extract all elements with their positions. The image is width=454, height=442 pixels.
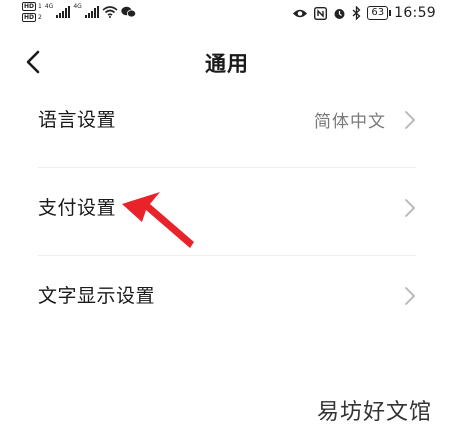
battery-indicator: 63 (367, 6, 391, 20)
item-label: 文字显示设置 (38, 285, 156, 307)
status-time: 16:59 (394, 5, 436, 21)
status-right: 63 16:59 (292, 5, 436, 21)
header: 通用 (0, 40, 454, 84)
settings-list: 语言设置 简体中文 支付设置 文字显示设置 (0, 80, 454, 343)
alarm-icon (334, 8, 345, 19)
sim-badges: HD 1 HD 2 (22, 2, 42, 22)
status-bar: HD 1 HD 2 4G 4G 63 16:59 (0, 0, 454, 30)
signal-icon (84, 6, 99, 18)
status-left: HD 1 HD 2 4G 4G (22, 2, 136, 22)
item-label: 支付设置 (38, 197, 117, 219)
red-arrow-icon (122, 192, 194, 248)
item-value: 简体中文 (314, 112, 386, 132)
watermark: 易坊好文馆 (316, 400, 432, 425)
wechat-icon (121, 6, 136, 18)
chevron-right-icon (405, 199, 416, 217)
sim1-number: 1 (38, 2, 42, 10)
settings-item-payment[interactable]: 支付设置 (38, 167, 416, 255)
chevron-right-icon (405, 287, 416, 305)
item-label: 语言设置 (38, 109, 117, 131)
hd-badge: HD (22, 2, 37, 11)
network-label: 4G (73, 3, 82, 10)
chevron-right-icon (405, 111, 416, 129)
hd-badge: HD (22, 13, 37, 22)
sim2-number: 2 (38, 13, 42, 21)
bluetooth-icon (352, 6, 361, 20)
nfc-icon (314, 6, 328, 20)
page-title: 通用 (205, 52, 249, 76)
signal-icon (56, 6, 71, 18)
eye-icon (293, 9, 308, 17)
wifi-icon (102, 6, 118, 18)
settings-item-language[interactable]: 语言设置 简体中文 (38, 80, 416, 167)
network-label: 4G (44, 3, 54, 10)
settings-item-text-display[interactable]: 文字显示设置 (38, 255, 416, 343)
